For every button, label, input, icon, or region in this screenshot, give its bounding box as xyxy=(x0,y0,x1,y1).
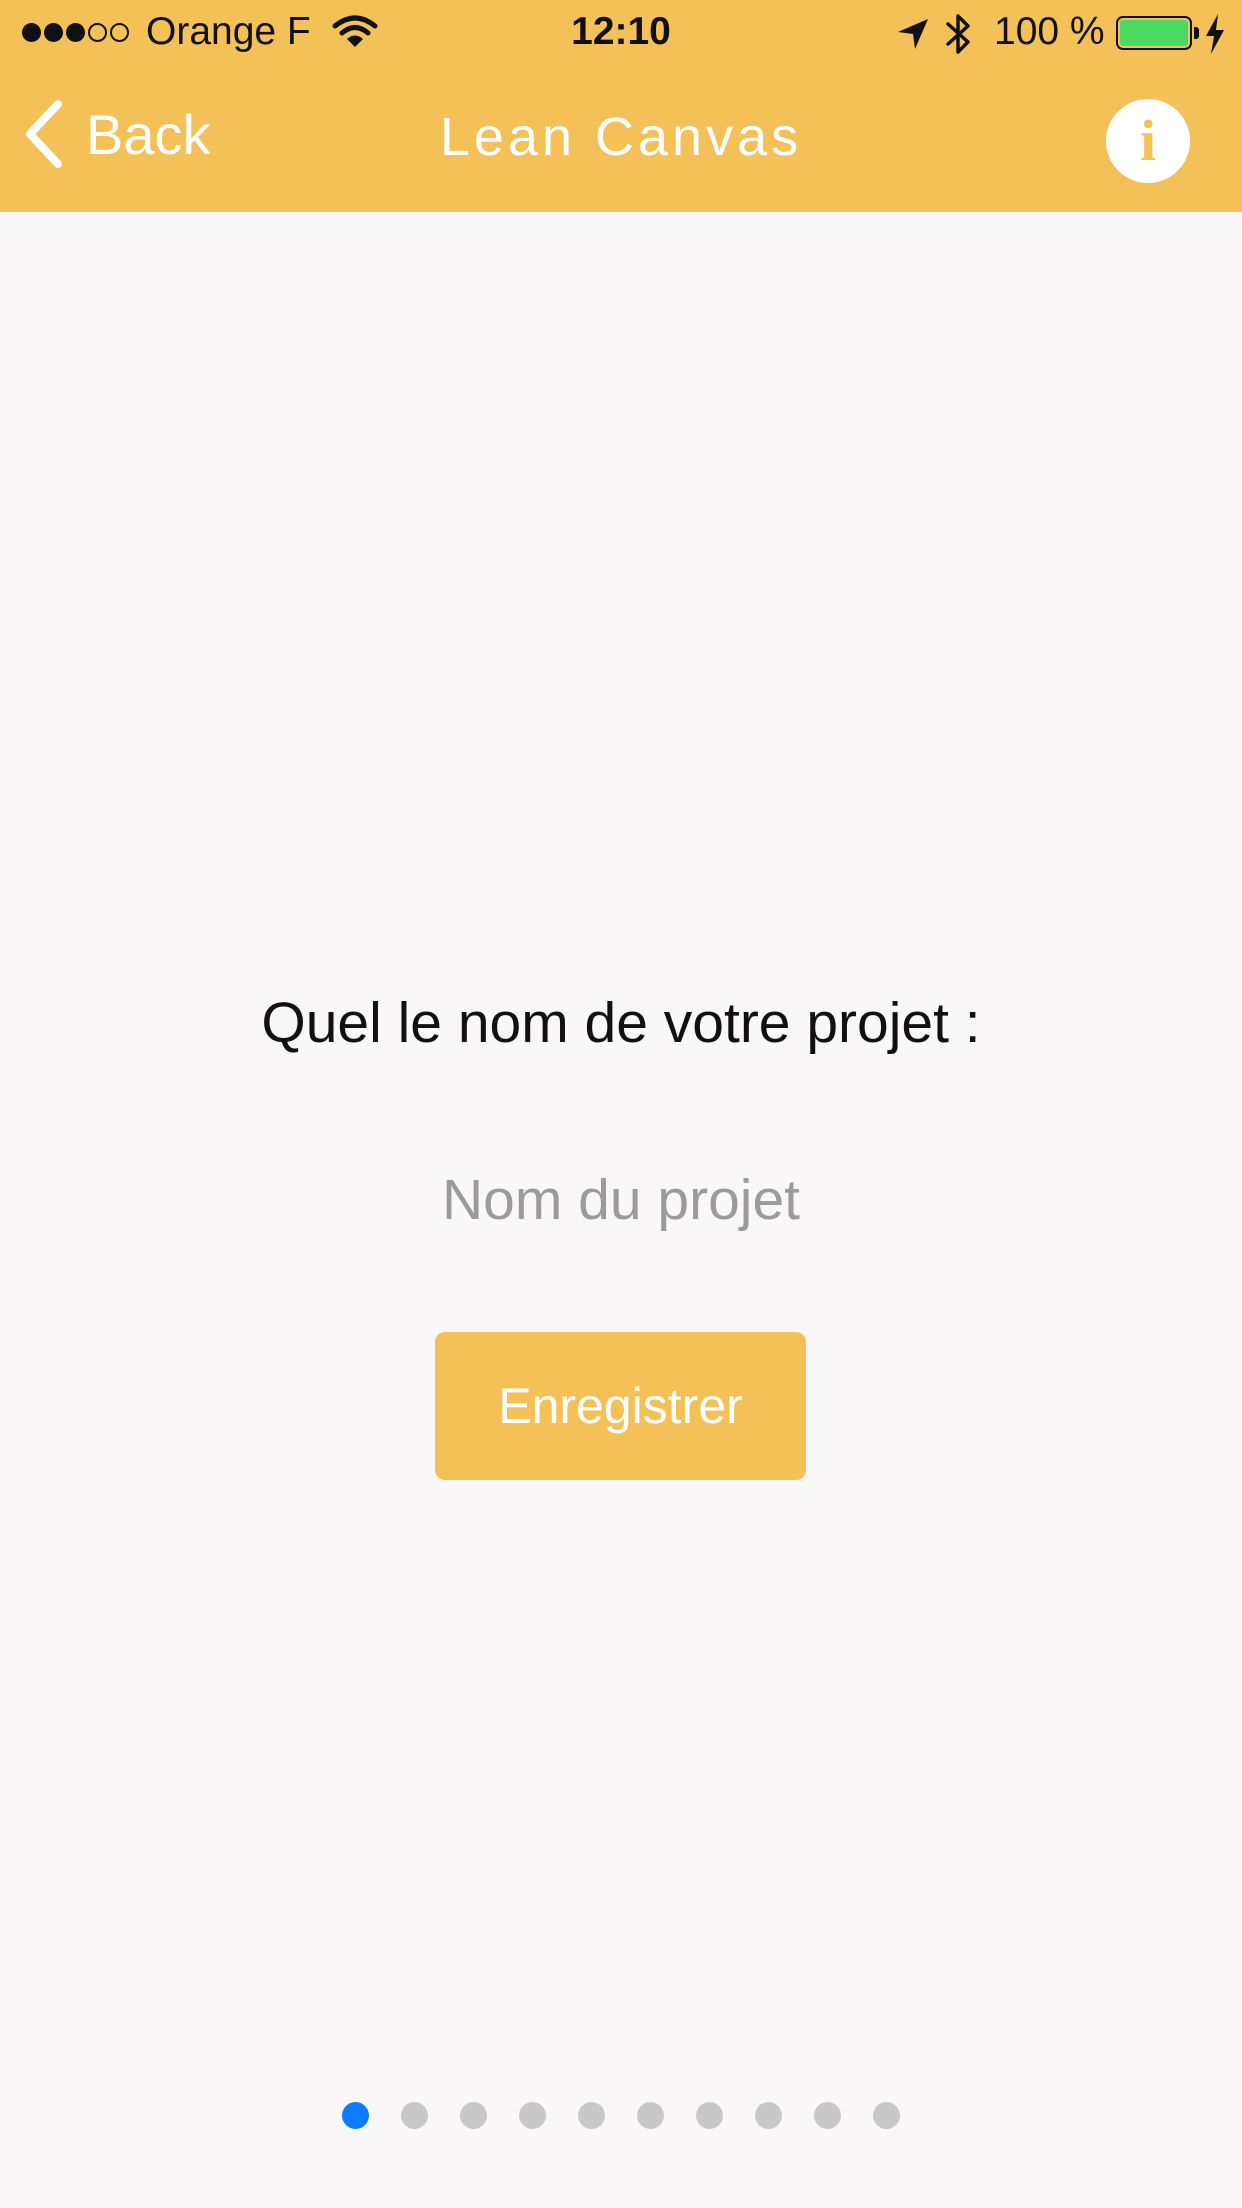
bluetooth-icon xyxy=(946,14,970,54)
page-indicator xyxy=(0,2102,1242,2130)
info-icon: i xyxy=(1139,108,1157,173)
info-button[interactable]: i xyxy=(1106,99,1190,183)
location-arrow-icon xyxy=(898,19,928,49)
page-dot[interactable] xyxy=(460,2102,487,2129)
page-dot[interactable] xyxy=(696,2102,723,2129)
page-title: Lean Canvas xyxy=(439,107,803,167)
page-dot[interactable] xyxy=(519,2102,546,2129)
project-name-question: Quel le nom de votre projet : xyxy=(261,991,981,1055)
save-button[interactable]: Enregistrer xyxy=(435,1332,806,1480)
page-dot[interactable] xyxy=(755,2102,782,2129)
page-dot[interactable] xyxy=(342,2102,369,2129)
page-dot[interactable] xyxy=(578,2102,605,2129)
navigation-bar: Back Lean Canvas i xyxy=(0,66,1242,212)
page-dot[interactable] xyxy=(873,2102,900,2129)
project-name-input[interactable] xyxy=(321,1160,921,1240)
status-bar: Orange F 12:10 100 % xyxy=(0,0,1242,66)
page-dot[interactable] xyxy=(637,2102,664,2129)
page-dot[interactable] xyxy=(814,2102,841,2129)
page-dot[interactable] xyxy=(401,2102,428,2129)
battery-icon xyxy=(1116,16,1200,52)
battery-percentage: 100 % xyxy=(994,10,1105,53)
charging-bolt-icon xyxy=(1206,14,1224,54)
